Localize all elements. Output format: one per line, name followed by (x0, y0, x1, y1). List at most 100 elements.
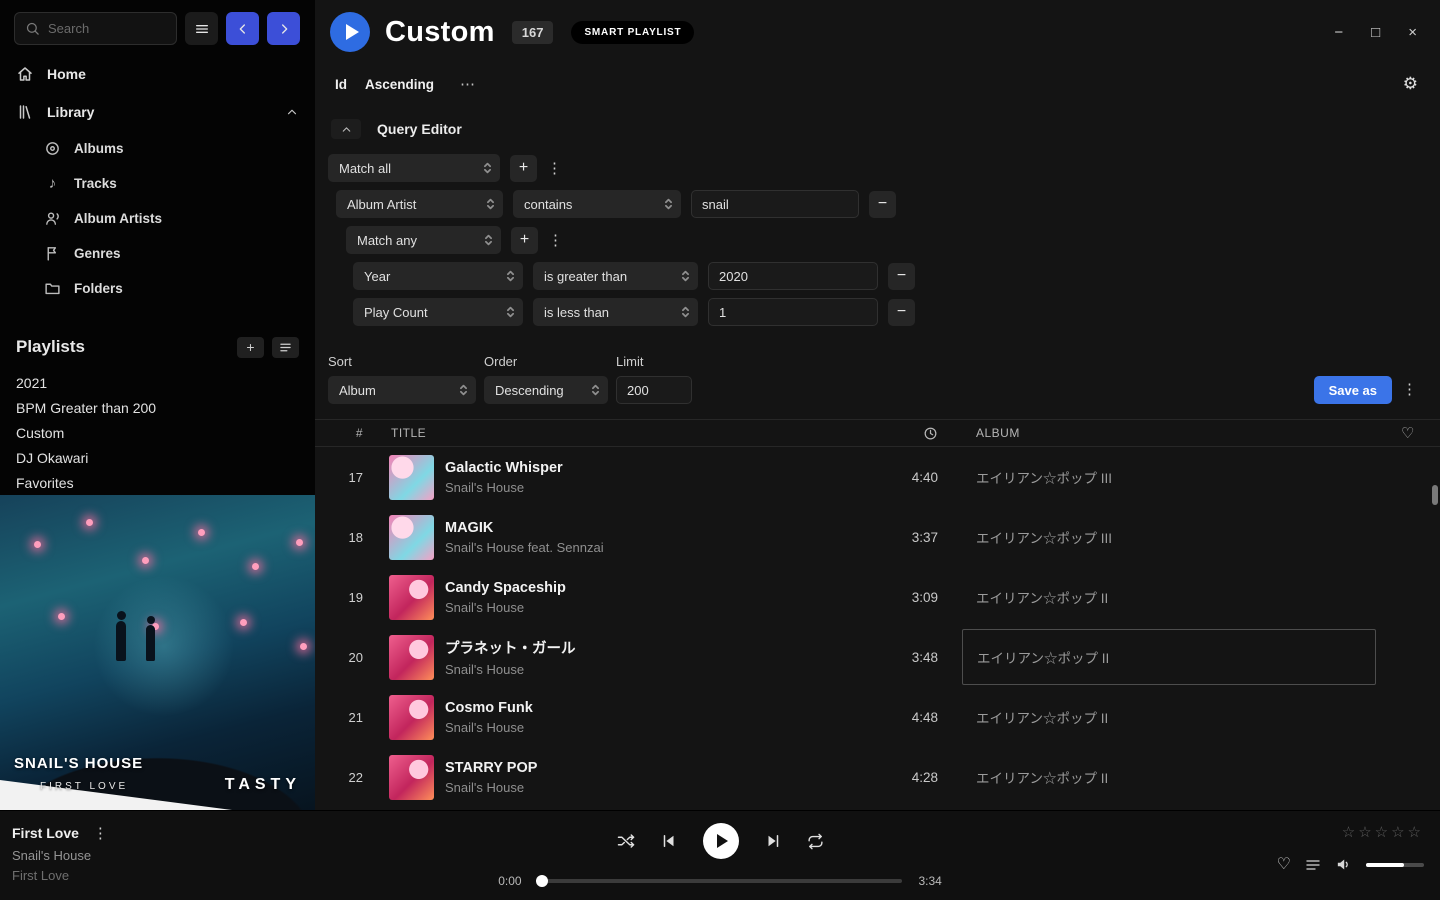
sidebar-item-tracks[interactable]: ♪ Tracks (0, 166, 315, 201)
track-artist[interactable]: Snail's House (445, 662, 868, 677)
save-as-button[interactable]: Save as (1314, 376, 1392, 404)
playlist-item-2021[interactable]: 2021 (0, 370, 315, 395)
track-artist[interactable]: Snail's House (445, 480, 868, 495)
star-icon-4[interactable]: ☆ (1391, 824, 1407, 841)
more-options-button[interactable]: ⋯ (460, 75, 476, 93)
track-artist[interactable]: Snail's House (445, 720, 868, 735)
duration-clock-icon[interactable] (923, 426, 938, 441)
match-type-select[interactable]: Match any (346, 226, 501, 254)
star-icon-5[interactable]: ☆ (1408, 824, 1424, 841)
match-type-select[interactable]: Match all (328, 154, 500, 182)
rule-field-select[interactable]: Play Count (353, 298, 523, 326)
table-row[interactable]: 22 STARRY POP Snail's House 4:28 エイリアン☆ポ… (315, 747, 1440, 807)
track-album[interactable]: エイリアン☆ポップ II (962, 687, 1376, 747)
sidebar-item-folders[interactable]: Folders (0, 271, 315, 306)
rule-value-input[interactable] (691, 190, 859, 218)
now-playing-cover-art[interactable]: SNAIL'S HOUSE FIRST LOVE TASTY (0, 495, 315, 810)
shuffle-button[interactable] (617, 832, 635, 850)
volume-slider[interactable] (1366, 863, 1424, 867)
play-pause-button[interactable] (703, 823, 739, 859)
settings-gear-button[interactable]: ⚙ (1403, 74, 1418, 94)
remove-rule-button[interactable]: − (888, 299, 915, 326)
sidebar-item-albums[interactable]: Albums (0, 131, 315, 166)
rule-operator-select[interactable]: contains (513, 190, 681, 218)
track-count-badge: 167 (512, 21, 554, 44)
now-playing-title[interactable]: First Love (12, 825, 79, 841)
next-track-button[interactable] (764, 832, 782, 850)
now-playing-options-button[interactable]: ⋮ (93, 824, 107, 842)
seek-slider-knob[interactable] (536, 875, 548, 887)
rating-stars[interactable]: ☆☆☆☆☆ (1277, 823, 1424, 841)
order-select[interactable]: Descending (484, 376, 608, 404)
star-icon-2[interactable]: ☆ (1358, 824, 1374, 841)
queue-button[interactable] (1305, 857, 1321, 873)
track-album[interactable]: エイリアン☆ポップ II (962, 567, 1376, 627)
table-row[interactable]: 17 Galactic Whisper Snail's House 4:40 エ… (315, 447, 1440, 507)
search-input[interactable] (48, 21, 166, 36)
minimize-button[interactable]: − (1334, 25, 1343, 40)
now-playing-album[interactable]: First Love (12, 868, 107, 883)
limit-input[interactable] (616, 376, 692, 404)
playlist-item-dj-okawari[interactable]: DJ Okawari (0, 445, 315, 470)
track-artist[interactable]: Snail's House (445, 780, 868, 795)
column-album[interactable]: ALBUM (962, 426, 1376, 440)
remove-rule-button[interactable]: − (888, 263, 915, 290)
favorite-heart-button[interactable]: ♡ (1277, 857, 1291, 873)
table-row[interactable]: 21 Cosmo Funk Snail's House 4:48 エイリアン☆ポ… (315, 687, 1440, 747)
chevron-up-icon[interactable] (285, 105, 299, 119)
volume-button[interactable] (1335, 856, 1352, 873)
scrollbar-thumb[interactable] (1432, 485, 1438, 505)
sidebar-item-album-artists[interactable]: Album Artists (0, 201, 315, 236)
group-options-button[interactable]: ⋮ (548, 231, 562, 249)
track-artist[interactable]: Snail's House (445, 600, 868, 615)
track-album-focused-cell[interactable]: エイリアン☆ポップ II (962, 629, 1376, 685)
seek-slider[interactable] (538, 879, 903, 883)
column-index[interactable]: # (315, 426, 371, 440)
rule-value-input[interactable] (708, 298, 878, 326)
favorite-heart-icon[interactable]: ♡ (1401, 424, 1415, 442)
nav-forward-button[interactable] (267, 12, 300, 45)
column-title[interactable]: TITLE (371, 426, 868, 440)
sidebar-item-library[interactable]: Library (0, 93, 315, 131)
sidebar-item-home[interactable]: Home (0, 55, 315, 93)
total-duration: 3:34 (918, 874, 950, 888)
star-icon-1[interactable]: ☆ (1342, 824, 1358, 841)
sort-select[interactable]: Album (328, 376, 476, 404)
rule-value-input[interactable] (708, 262, 878, 290)
sidebar-item-genres[interactable]: Genres (0, 236, 315, 271)
search-box[interactable] (14, 12, 177, 45)
repeat-button[interactable] (807, 833, 824, 850)
maximize-button[interactable]: □ (1371, 25, 1380, 40)
now-playing-artist[interactable]: Snail's House (12, 848, 107, 863)
remove-rule-button[interactable]: − (869, 191, 896, 218)
table-row[interactable]: 18 MAGIK Snail's House feat. Sennzai 3:3… (315, 507, 1440, 567)
track-album[interactable]: エイリアン☆ポップ II (962, 747, 1376, 807)
track-artist[interactable]: Snail's House feat. Sennzai (445, 540, 868, 555)
play-playlist-button[interactable] (330, 12, 370, 52)
sort-field-button[interactable]: Id (335, 77, 347, 92)
close-button[interactable]: × (1408, 25, 1417, 40)
track-album[interactable]: エイリアン☆ポップ III (962, 507, 1376, 567)
track-album[interactable]: エイリアン☆ポップ III (962, 447, 1376, 507)
collapse-query-editor-button[interactable] (331, 119, 361, 139)
group-options-button[interactable]: ⋮ (547, 159, 561, 177)
rule-operator-select[interactable]: is less than (533, 298, 698, 326)
rule-operator-select[interactable]: is greater than (533, 262, 698, 290)
playlist-item-favorites[interactable]: Favorites (0, 470, 315, 495)
add-rule-button[interactable]: + (511, 227, 538, 254)
rule-field-select[interactable]: Year (353, 262, 523, 290)
save-options-button[interactable]: ⋮ (1402, 380, 1416, 398)
playlist-item-custom[interactable]: Custom (0, 420, 315, 445)
table-row[interactable]: 19 Candy Spaceship Snail's House 3:09 エイ… (315, 567, 1440, 627)
star-icon-3[interactable]: ☆ (1375, 824, 1391, 841)
add-playlist-button[interactable]: + (237, 337, 264, 358)
previous-track-button[interactable] (660, 832, 678, 850)
add-rule-button[interactable]: + (510, 155, 537, 182)
rule-field-select[interactable]: Album Artist (336, 190, 503, 218)
table-row[interactable]: 20 プラネット・ガール Snail's House 3:48 エイリアン☆ポッ… (315, 627, 1440, 687)
nav-back-button[interactable] (226, 12, 259, 45)
sort-direction-button[interactable]: Ascending (365, 77, 434, 92)
playlist-list-button[interactable] (272, 337, 299, 358)
menu-button[interactable] (185, 12, 218, 45)
playlist-item-bpm[interactable]: BPM Greater than 200 (0, 395, 315, 420)
